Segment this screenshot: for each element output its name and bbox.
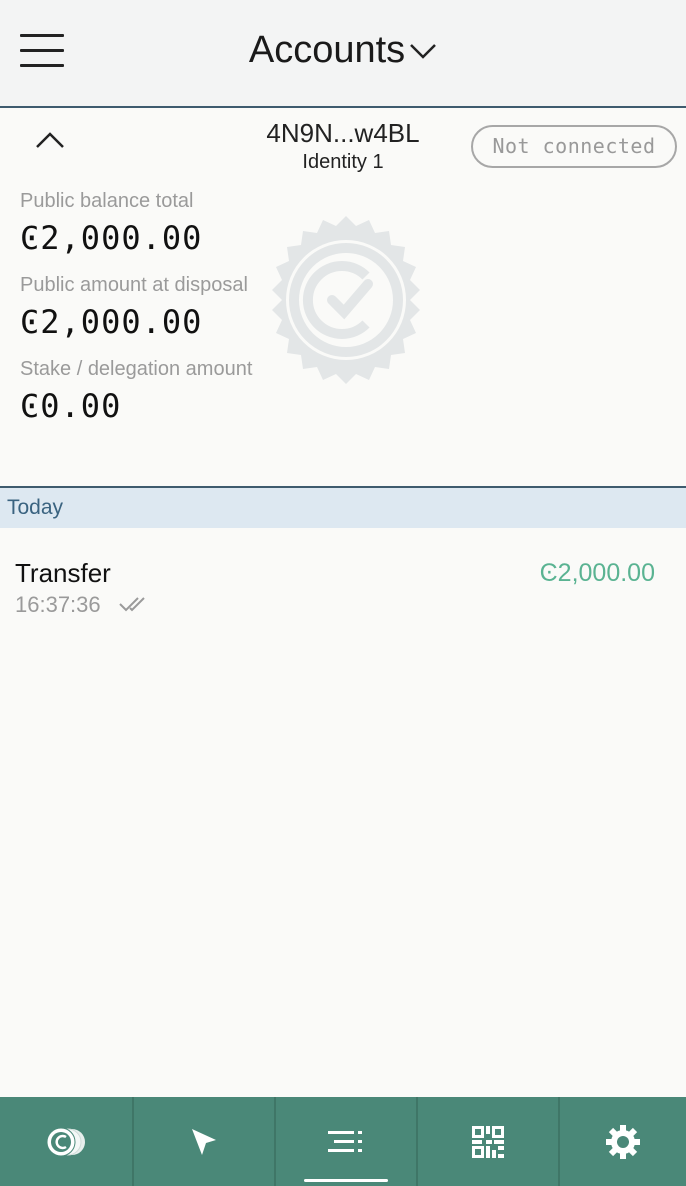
- public-balance-value: Ͼ2,000.00: [20, 219, 203, 257]
- active-tab-indicator: [304, 1179, 388, 1182]
- public-balance-label: Public balance total: [20, 190, 194, 212]
- chevron-down-icon: [410, 44, 437, 59]
- nav-item-settings[interactable]: [560, 1097, 686, 1186]
- nav-item-send[interactable]: [134, 1097, 276, 1186]
- date-section-header: Today: [0, 486, 686, 528]
- transaction-row[interactable]: Transfer 16:37:36 Ͼ2,000.00: [0, 540, 686, 630]
- settings-gear-icon: [606, 1124, 640, 1159]
- accounts-icon: [46, 1127, 85, 1156]
- transaction-amount: Ͼ2,000.00: [539, 559, 655, 587]
- page-title-dropdown[interactable]: Accounts: [0, 28, 686, 72]
- send-icon: [192, 1128, 216, 1155]
- transaction-type: Transfer: [15, 558, 111, 588]
- nav-item-qr[interactable]: [418, 1097, 560, 1186]
- app-header: Accounts: [0, 0, 686, 108]
- page-title: Accounts: [248, 29, 406, 72]
- stake-value: Ͼ0.00: [20, 387, 122, 425]
- at-disposal-value: Ͼ2,000.00: [20, 303, 203, 341]
- transaction-time: 16:37:36: [15, 592, 101, 617]
- transactions-list-icon: [328, 1130, 362, 1152]
- at-disposal-label: Public amount at disposal: [20, 274, 248, 296]
- nav-item-accounts[interactable]: [0, 1097, 134, 1186]
- bottom-navigation: [0, 1097, 686, 1186]
- verified-seal-icon: [272, 216, 420, 384]
- double-check-icon: [119, 597, 145, 612]
- nav-item-transactions[interactable]: [276, 1097, 418, 1186]
- stake-label: Stake / delegation amount: [20, 358, 253, 380]
- connection-status-badge: Not connected: [471, 125, 677, 168]
- qr-code-icon: [472, 1125, 504, 1158]
